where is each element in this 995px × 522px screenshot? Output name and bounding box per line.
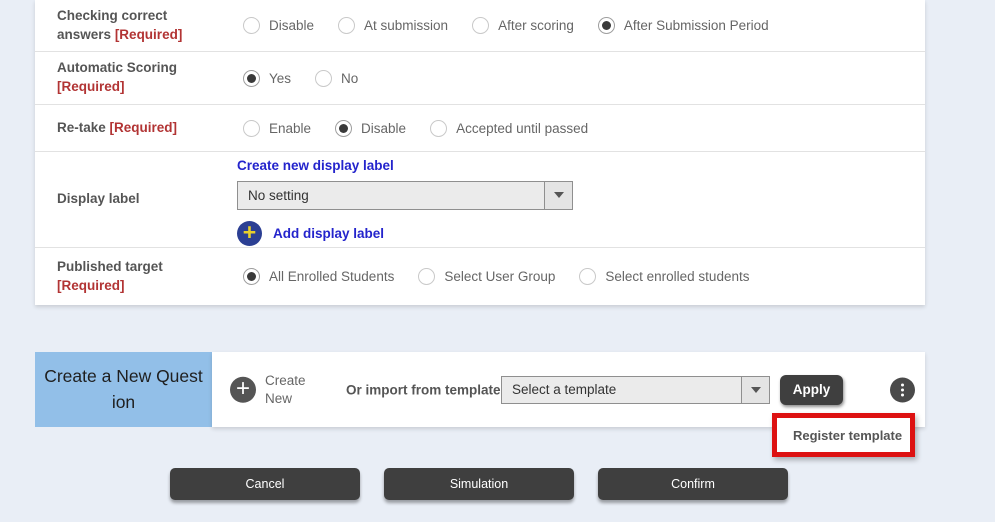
required-badge: [Required] [110, 120, 178, 135]
field-label: Automatic Scoring [57, 60, 177, 75]
radio-label: All Enrolled Students [269, 269, 394, 284]
required-badge: [Required] [115, 27, 183, 42]
required-badge: [Required] [57, 79, 125, 94]
row-published-target: Published target [Required] All Enrolled… [35, 248, 925, 305]
template-select-value: Select a template [502, 377, 741, 403]
radio-option-select-user-group[interactable]: Select User Group [418, 268, 555, 285]
radio-icon [243, 17, 260, 34]
plus-icon: + [230, 377, 256, 403]
display-label-controls: Create new display label No setting + Ad… [237, 152, 925, 247]
row-display-label: Display label Create new display label N… [35, 152, 925, 248]
row-label: Published target [Required] [35, 248, 237, 305]
annotation-rectangle: Register template [772, 413, 915, 457]
radio-label: Yes [269, 71, 291, 86]
radio-option-all-enrolled[interactable]: All Enrolled Students [243, 268, 394, 285]
radio-icon [315, 70, 332, 87]
import-from-template-label: Or import from template [346, 382, 501, 397]
radio-option-disable-retake[interactable]: Disable [335, 120, 406, 137]
radio-option-no[interactable]: No [315, 70, 358, 87]
chevron-down-icon[interactable] [544, 182, 572, 209]
radio-label: Disable [269, 18, 314, 33]
confirm-button[interactable]: Confirm [598, 468, 788, 500]
register-template-menu-item[interactable]: Register template [777, 428, 902, 443]
radio-option-accepted-until-passed[interactable]: Accepted until passed [430, 120, 588, 137]
radio-group-retake: Enable Disable Accepted until passed [237, 105, 925, 151]
radio-group-scoring: Yes No [237, 52, 925, 104]
radio-icon [243, 70, 260, 87]
radio-icon [335, 120, 352, 137]
add-display-label-text: Add display label [273, 226, 384, 241]
radio-option-select-enrolled-students[interactable]: Select enrolled students [579, 268, 749, 285]
cancel-button[interactable]: Cancel [170, 468, 360, 500]
field-label: Re-take [57, 120, 106, 135]
field-label: Published target [57, 259, 163, 274]
row-label: Automatic Scoring [Required] [35, 52, 237, 104]
template-select[interactable]: Select a template [501, 376, 770, 404]
kebab-menu-button[interactable] [890, 377, 915, 402]
radio-icon [338, 17, 355, 34]
radio-option-yes[interactable]: Yes [243, 70, 291, 87]
row-label: Checking correct answers [Required] [35, 0, 237, 51]
radio-icon [418, 268, 435, 285]
radio-option-after-scoring[interactable]: After scoring [472, 17, 574, 34]
radio-option-disable[interactable]: Disable [243, 17, 314, 34]
add-display-label-button[interactable]: + Add display label [237, 221, 384, 246]
row-automatic-scoring: Automatic Scoring [Required] Yes No [35, 52, 925, 105]
section-title: Create a New Question [35, 352, 212, 427]
radio-icon [598, 17, 615, 34]
radio-label: Select enrolled students [605, 269, 749, 284]
row-checking-correct-answers: Checking correct answers [Required] Disa… [35, 0, 925, 52]
display-label-select-value: No setting [238, 182, 544, 209]
quiz-settings-panel: Checking correct answers [Required] Disa… [35, 0, 925, 305]
radio-label: Disable [361, 121, 406, 136]
page: Checking correct answers [Required] Disa… [0, 0, 995, 522]
radio-label: Enable [269, 121, 311, 136]
kebab-icon [901, 383, 904, 386]
create-new-button[interactable]: + Create New [230, 371, 317, 407]
display-label-select[interactable]: No setting [237, 181, 573, 210]
radio-label: After scoring [498, 18, 574, 33]
create-new-display-label-link[interactable]: Create new display label [237, 158, 394, 173]
radio-icon [472, 17, 489, 34]
simulation-button[interactable]: Simulation [384, 468, 574, 500]
radio-icon [243, 120, 260, 137]
plus-icon: + [237, 221, 262, 246]
radio-label: No [341, 71, 358, 86]
row-label: Display label [35, 152, 237, 247]
radio-label: At submission [364, 18, 448, 33]
apply-button[interactable]: Apply [780, 375, 843, 405]
field-label: Display label [57, 191, 140, 206]
radio-icon [579, 268, 596, 285]
chevron-down-icon[interactable] [741, 377, 769, 403]
row-label: Re-take [Required] [35, 105, 237, 151]
row-retake: Re-take [Required] Enable Disable Accept… [35, 105, 925, 152]
radio-group-checking: Disable At submission After scoring Afte… [237, 0, 925, 51]
radio-option-enable[interactable]: Enable [243, 120, 311, 137]
radio-icon [243, 268, 260, 285]
radio-option-at-submission[interactable]: At submission [338, 17, 448, 34]
radio-label: After Submission Period [624, 18, 769, 33]
radio-icon [430, 120, 447, 137]
radio-option-after-submission-period[interactable]: After Submission Period [598, 17, 769, 34]
create-new-label: Create New [265, 371, 317, 407]
radio-label: Select User Group [444, 269, 555, 284]
radio-group-published-target: All Enrolled Students Select User Group … [237, 248, 925, 305]
radio-label: Accepted until passed [456, 121, 588, 136]
required-badge: [Required] [57, 278, 125, 293]
